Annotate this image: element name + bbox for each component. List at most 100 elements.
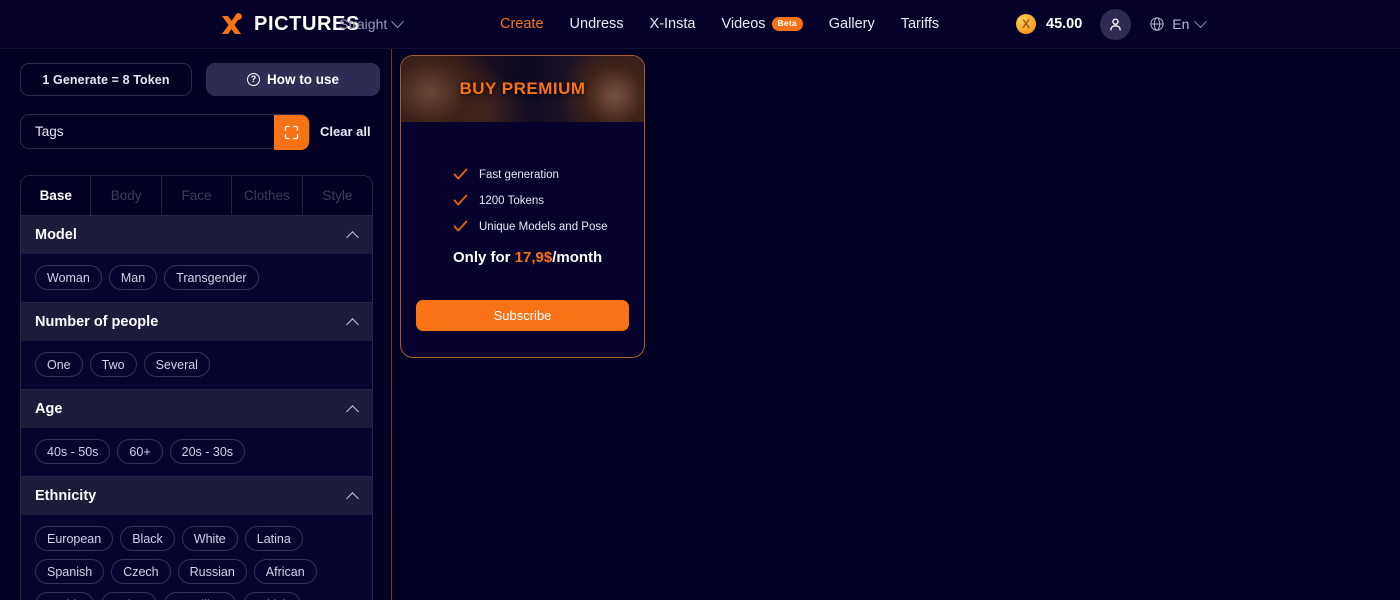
section-title: Age	[35, 401, 63, 417]
nav-label: Tariffs	[900, 16, 940, 32]
tab-body[interactable]: Body	[91, 176, 162, 215]
chip[interactable]: 20s - 30s	[169, 439, 246, 464]
premium-banner-title: BUY PREMIUM	[459, 79, 586, 98]
tab-base[interactable]: Base	[21, 176, 92, 215]
premium-price: Only for 17,9$/month	[401, 233, 644, 266]
tab-clothes[interactable]: Clothes	[232, 176, 303, 215]
nav-label: Create	[500, 16, 544, 32]
check-icon	[453, 168, 468, 180]
chevron-up-icon	[346, 491, 359, 505]
tab-label: Clothes	[244, 188, 290, 203]
nav-item-gallery[interactable]: Gallery	[829, 16, 875, 32]
section-title: Ethnicity	[35, 488, 97, 504]
buy-premium-card: BUY PREMIUM Fast generation 1200 Tokens …	[400, 55, 645, 358]
clear-all-button[interactable]: Clear all	[320, 124, 371, 139]
balance-value: 45.00	[1046, 16, 1083, 32]
chip[interactable]: Asian	[101, 592, 157, 600]
chip[interactable]: Arabic	[35, 592, 95, 600]
feature-item: Fast generation	[453, 168, 644, 181]
nav-item-tariffs[interactable]: Tariffs	[901, 16, 939, 32]
how-to-use-label: How to use	[266, 72, 339, 87]
chip[interactable]: Black	[120, 526, 175, 551]
feature-label: 1200 Tokens	[479, 194, 545, 207]
header-actions: X 45.00 En	[1016, 8, 1208, 40]
token-balance[interactable]: X 45.00	[1016, 14, 1082, 34]
tab-label: Face	[181, 188, 212, 203]
sidebar-top: 1 Generate = 8 Token ? How to use Tags C…	[0, 49, 391, 150]
tags-input[interactable]	[21, 115, 276, 148]
filters-panel: Base Body Face Clothes Style Model Woman…	[20, 175, 373, 600]
filter-tabs: Base Body Face Clothes Style	[21, 176, 372, 215]
section-header-age[interactable]: Age	[21, 389, 372, 428]
chip[interactable]: Transgender	[164, 265, 259, 290]
chip[interactable]: African	[253, 559, 317, 584]
nav-label: Undress	[569, 16, 624, 32]
tab-label: Base	[39, 188, 72, 203]
nav-item-videos[interactable]: Videos Beta	[721, 16, 803, 32]
coin-glyph: X	[1021, 17, 1030, 31]
section-title: Number of people	[35, 314, 159, 330]
chip[interactable]: Woman	[35, 265, 102, 290]
tab-label: Body	[110, 188, 142, 203]
coin-icon: X	[1016, 14, 1036, 34]
chip[interactable]: One	[35, 352, 83, 377]
token-rate-button[interactable]: 1 Generate = 8 Token	[20, 63, 192, 96]
chevron-up-icon	[346, 404, 359, 418]
nav-label: Videos	[721, 16, 766, 32]
subscribe-button[interactable]: Subscribe	[416, 300, 629, 331]
chip[interactable]: Two	[89, 352, 137, 377]
chip[interactable]: Man	[108, 265, 158, 290]
sidebar-button-row: 1 Generate = 8 Token ? How to use	[20, 63, 380, 96]
premium-feature-list: Fast generation 1200 Tokens Unique Model…	[401, 122, 644, 233]
how-to-use-button[interactable]: ? How to use	[206, 63, 380, 96]
chip[interactable]: European	[35, 526, 114, 551]
section-header-model[interactable]: Model	[21, 215, 372, 254]
section-body-age: 40s - 50s 60+ 20s - 30s	[21, 428, 372, 476]
chip[interactable]: 40s - 50s	[35, 439, 111, 464]
chip[interactable]: 60+	[117, 439, 163, 464]
chevron-up-icon	[346, 317, 359, 331]
feature-label: Fast generation	[479, 168, 559, 181]
x-logo-icon	[219, 11, 245, 37]
chip[interactable]: Latina	[244, 526, 303, 551]
feature-item: 1200 Tokens	[453, 194, 644, 207]
chip[interactable]: Spanish	[35, 559, 105, 584]
chip[interactable]: Several	[143, 352, 210, 377]
question-mark-icon: ?	[246, 73, 260, 86]
tab-face[interactable]: Face	[161, 176, 233, 215]
nav-item-undress[interactable]: Undress	[570, 16, 624, 32]
feature-label: Unique Models and Pose	[479, 220, 608, 233]
nav-item-create[interactable]: Create	[500, 16, 544, 32]
chip[interactable]: Czech	[111, 559, 171, 584]
chevron-down-icon	[1194, 14, 1208, 28]
scan-frame-icon	[284, 125, 299, 140]
top-header: PICTURES Straight Create Undress X-Insta…	[0, 0, 1400, 49]
feature-item: Unique Models and Pose	[453, 220, 644, 233]
chip[interactable]: Brazilian	[163, 592, 236, 600]
check-icon	[453, 220, 468, 232]
language-label: En	[1172, 16, 1190, 32]
chip[interactable]: Russian	[177, 559, 247, 584]
tab-style[interactable]: Style	[302, 176, 372, 215]
orientation-selector[interactable]: Straight	[339, 14, 405, 32]
chevron-up-icon	[346, 230, 359, 244]
scan-button[interactable]	[274, 115, 309, 150]
section-header-number-of-people[interactable]: Number of people	[21, 302, 372, 341]
language-selector[interactable]: En	[1149, 14, 1208, 32]
tags-field	[20, 114, 310, 150]
filters-sidebar: 1 Generate = 8 Token ? How to use Tags C…	[0, 49, 392, 600]
nav-item-x-insta[interactable]: X-Insta	[650, 16, 696, 32]
user-icon	[1110, 17, 1122, 30]
section-body-number-of-people: One Two Several	[21, 341, 372, 389]
account-button[interactable]	[1100, 8, 1132, 40]
section-title: Model	[35, 227, 77, 243]
chip[interactable]: British	[242, 592, 302, 600]
premium-banner-image: BUY PREMIUM	[401, 56, 644, 122]
nav-label: X-Insta	[649, 16, 696, 32]
subscribe-wrap: Subscribe	[416, 300, 629, 331]
token-rate-label: 1 Generate = 8 Token	[42, 72, 170, 87]
section-body-ethnicity: European Black White Latina Spanish Czec…	[21, 515, 372, 600]
chip[interactable]: White	[181, 526, 238, 551]
app-root: PICTURES Straight Create Undress X-Insta…	[0, 0, 1400, 600]
section-header-ethnicity[interactable]: Ethnicity	[21, 476, 372, 515]
